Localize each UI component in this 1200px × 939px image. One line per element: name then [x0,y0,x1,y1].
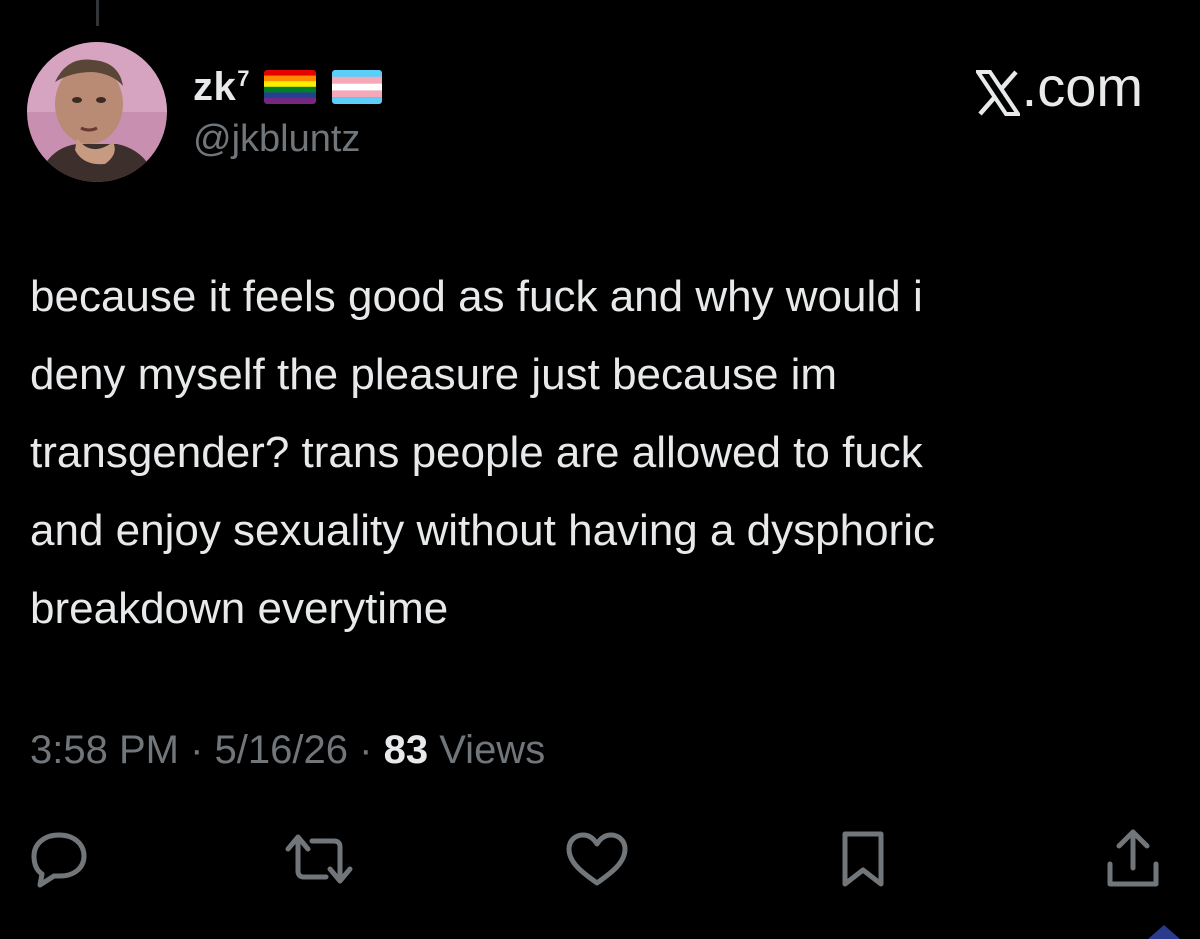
rainbow-flag-icon [264,70,316,104]
post-text-line: breakdown everytime [30,584,449,633]
reply-icon [31,832,87,888]
repost-icon [285,834,353,884]
post-text-line: and enjoy sexuality without having a dys… [30,506,935,555]
share-icon [1107,829,1159,887]
share-button[interactable] [1098,824,1168,894]
post-metadata: 3:58 PM · 5/16/26 · 83 Views [30,728,545,773]
avatar[interactable] [27,42,167,182]
post-text-line: because it feels good as fuck and why wo… [30,272,923,321]
thread-connector-line [96,0,99,26]
display-name-text: zk [193,64,237,109]
site-label-text: .com [1021,55,1143,118]
corner-indicator [1148,925,1180,939]
post-text-line: transgender? trans people are allowed to… [30,428,923,477]
user-handle[interactable]: @jkbluntz [193,118,360,161]
post-date[interactable]: 5/16/26 [215,728,348,772]
bookmark-icon [842,831,884,887]
display-name-superscript: 7 [237,65,250,91]
site-logo: .com [973,54,1143,119]
post-time[interactable]: 3:58 PM [30,728,179,772]
post-text: because it feels good as fuck and why wo… [30,258,1170,648]
repost-button[interactable] [284,824,354,894]
meta-separator: · [359,728,373,772]
views-count: 83 [383,728,429,772]
post-text-line: deny myself the pleasure just because im [30,350,838,399]
meta-separator: · [190,728,204,772]
author-name-row: zk7 [193,62,382,112]
reply-button[interactable] [24,824,94,894]
like-button[interactable] [562,824,632,894]
transgender-flag-icon [332,70,382,104]
action-bar [0,824,1200,894]
views-label: Views [439,728,546,772]
display-name[interactable]: zk7 [193,65,250,110]
x-logo-icon [973,64,1022,116]
avatar-photo [27,42,167,182]
like-icon [566,832,628,886]
bookmark-button[interactable] [828,824,898,894]
